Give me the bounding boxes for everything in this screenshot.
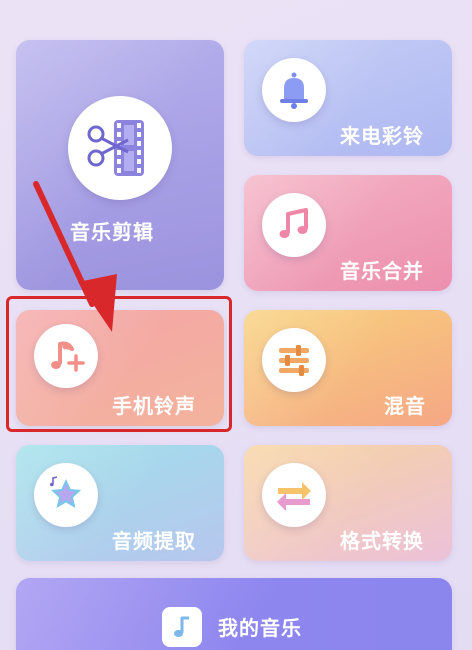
music-merge-card[interactable]: 音乐合并 bbox=[244, 175, 452, 291]
music-merge-label: 音乐合并 bbox=[340, 259, 424, 283]
music-note-icon bbox=[162, 607, 202, 647]
format-convert-label: 格式转换 bbox=[340, 529, 424, 553]
audio-extract-card[interactable]: 音频提取 bbox=[16, 445, 224, 561]
star-music-icon bbox=[34, 463, 98, 527]
equalizer-icon bbox=[262, 328, 326, 392]
ringtone-call-card[interactable]: 来电彩铃 bbox=[244, 40, 452, 156]
my-music-button[interactable]: 我的音乐 bbox=[16, 578, 452, 650]
scissors-film-icon bbox=[68, 96, 172, 200]
audio-extract-label: 音频提取 bbox=[112, 529, 196, 553]
mix-label: 混音 bbox=[384, 394, 426, 418]
music-edit-label: 音乐剪辑 bbox=[70, 220, 154, 244]
phone-ringtone-card[interactable]: 手机铃声 bbox=[16, 310, 224, 426]
bell-icon bbox=[262, 58, 326, 122]
swap-arrows-icon bbox=[262, 463, 326, 527]
my-music-label: 我的音乐 bbox=[218, 616, 302, 640]
music-note-icon bbox=[262, 193, 326, 257]
phone-ringtone-label: 手机铃声 bbox=[112, 394, 196, 418]
format-convert-card[interactable]: 格式转换 bbox=[244, 445, 452, 561]
mix-card[interactable]: 混音 bbox=[244, 310, 452, 426]
music-edit-card[interactable]: 音乐剪辑 bbox=[16, 40, 224, 290]
music-note-plus-icon bbox=[34, 324, 98, 388]
ringtone-call-label: 来电彩铃 bbox=[340, 124, 424, 148]
